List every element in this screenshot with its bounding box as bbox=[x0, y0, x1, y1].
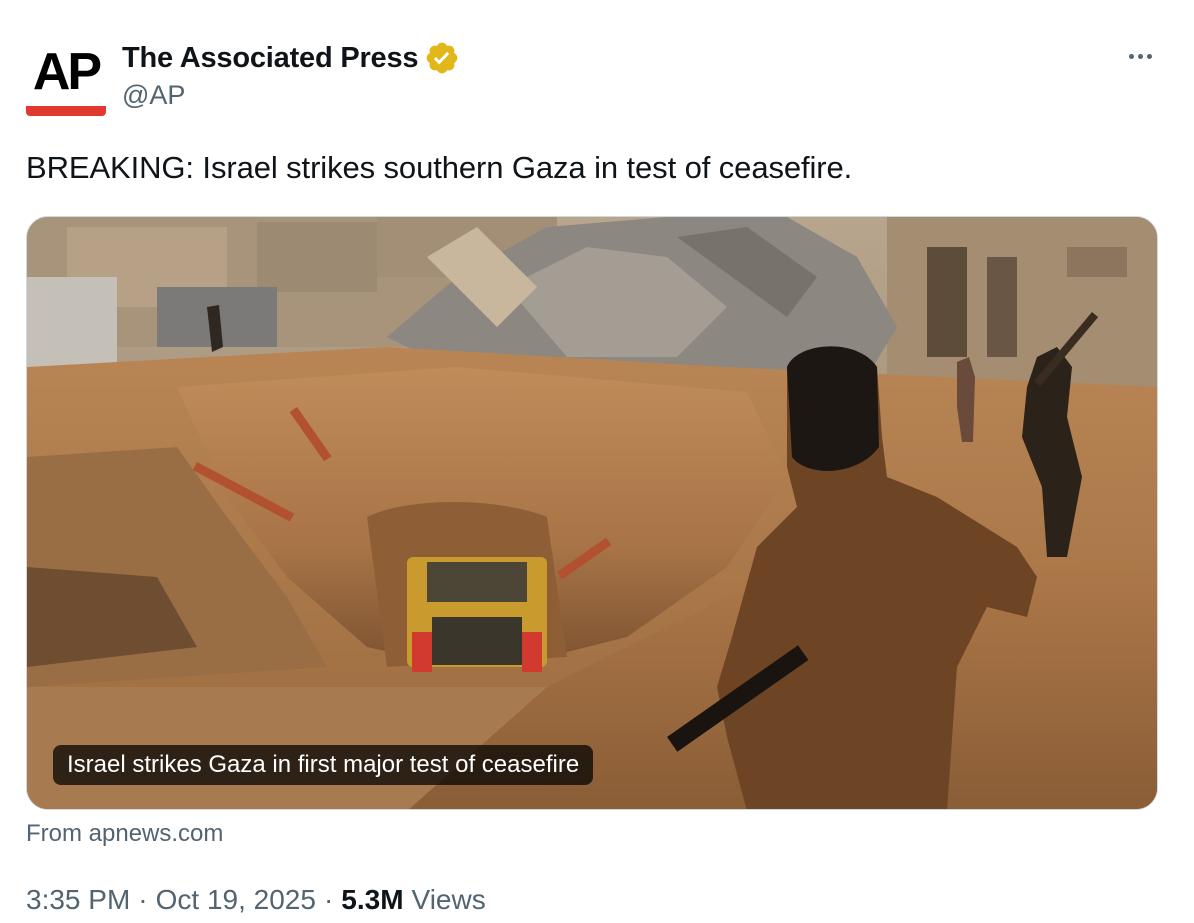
author-display-name[interactable]: The Associated Press bbox=[122, 42, 419, 75]
tweet-meta: 3:35 PM · Oct 19, 2025 · 5.3M Views bbox=[26, 884, 486, 916]
views-count: 5.3M bbox=[341, 884, 404, 915]
verified-badge-icon[interactable] bbox=[424, 40, 460, 76]
author-name-row: The Associated Press bbox=[122, 38, 460, 78]
more-options-button[interactable] bbox=[1120, 40, 1160, 72]
card-photo bbox=[27, 217, 1157, 809]
tweet-date[interactable]: Oct 19, 2025 bbox=[156, 884, 316, 916]
tweet-time[interactable]: 3:35 PM bbox=[26, 884, 130, 916]
meta-separator: · bbox=[138, 884, 148, 915]
views-label: Views bbox=[411, 884, 486, 915]
card-caption: Israel strikes Gaza in first major test … bbox=[53, 745, 594, 785]
link-card[interactable]: Israel strikes Gaza in first major test … bbox=[26, 216, 1158, 810]
more-dot-icon bbox=[1128, 53, 1134, 59]
avatar[interactable]: AP bbox=[26, 38, 106, 118]
tweet-text: BREAKING: Israel strikes southern Gaza i… bbox=[26, 150, 853, 185]
avatar-logo-text: AP bbox=[32, 43, 102, 101]
more-dot-icon bbox=[1137, 53, 1143, 59]
avatar-logo-bar bbox=[26, 106, 106, 116]
card-source-link[interactable]: From apnews.com bbox=[26, 820, 223, 848]
more-dot-icon bbox=[1146, 53, 1152, 59]
tweet-container: AP The Associated Press @AP BREAKING: Is… bbox=[0, 0, 1194, 923]
meta-separator: · bbox=[323, 884, 334, 915]
author-handle[interactable]: @AP bbox=[122, 80, 185, 111]
